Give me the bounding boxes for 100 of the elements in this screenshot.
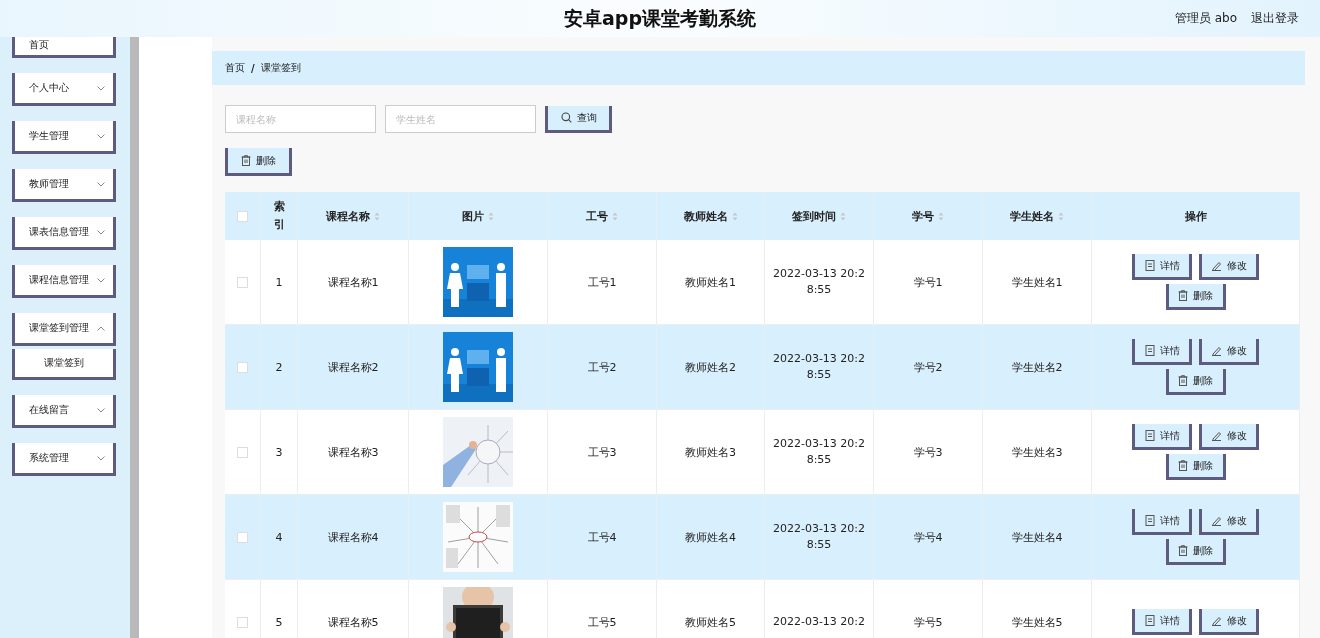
checkbox[interactable] <box>237 617 248 628</box>
table-cell: 3 <box>275 445 283 459</box>
app-title: 安卓app课堂考勤系统 <box>564 6 756 29</box>
table-cell: 教师姓名4 <box>685 530 736 544</box>
details-button[interactable]: 详情 <box>1132 254 1192 280</box>
table-cell-text: 2022-03-13 20:2 <box>771 614 867 630</box>
table-cell: 教师姓名1 <box>685 275 736 289</box>
trash-icon <box>1178 375 1188 386</box>
delete-button[interactable]: 删除 <box>225 148 292 176</box>
edit-button[interactable]: 修改 <box>1199 609 1259 635</box>
checkbox[interactable] <box>237 447 248 458</box>
menu-item[interactable]: 系统管理 <box>12 443 116 476</box>
table-cell: 工号5 <box>587 615 617 629</box>
menu-item[interactable]: 学生管理 <box>12 121 116 154</box>
table-cell: 学生姓名5 <box>1011 615 1063 629</box>
table-cell: 课程名称1 <box>327 275 379 289</box>
trash-icon <box>1178 460 1188 471</box>
column-header[interactable]: 学生姓名 <box>1010 209 1054 223</box>
checkbox[interactable] <box>237 532 248 543</box>
column-header[interactable]: 图片 <box>462 209 484 223</box>
table-cell: 学生姓名2 <box>1011 360 1063 374</box>
details-button[interactable]: 详情 <box>1132 424 1192 450</box>
table-cell-text: 2022-03-13 20:28:55 <box>771 521 867 553</box>
pencil-icon <box>1211 260 1222 271</box>
table-cell: 工号3 <box>587 445 617 459</box>
delete-button[interactable]: 删除 <box>1165 539 1226 565</box>
delete-button[interactable]: 删除 <box>1165 369 1226 395</box>
table-cell: 学号4 <box>913 530 943 544</box>
table-cell-text: 2022-03-13 20:28:55 <box>771 351 867 383</box>
column-header: 索引 <box>273 199 285 233</box>
table-cell: 2 <box>275 360 283 374</box>
menu-item[interactable]: 个人中心 <box>12 73 116 106</box>
column-header[interactable]: 学号 <box>912 209 934 223</box>
table-cell: 工号2 <box>587 360 617 374</box>
menu-item[interactable]: 课表信息管理 <box>12 217 116 250</box>
table-cell: 学号2 <box>913 360 943 374</box>
sort-icon[interactable] <box>612 212 618 221</box>
delete-button[interactable]: 删除 <box>1165 454 1226 480</box>
table-cell: 学号5 <box>913 615 943 629</box>
edit-button[interactable]: 修改 <box>1199 339 1259 365</box>
table-cell: 工号4 <box>587 530 617 544</box>
sort-icon[interactable] <box>731 212 738 221</box>
breadcrumb-item[interactable]: 首页 <box>225 61 245 75</box>
chevron-down-icon <box>97 455 105 461</box>
table-cell: 课程名称2 <box>327 360 379 374</box>
table-cell: 学号3 <box>913 445 943 459</box>
search-icon <box>560 112 572 123</box>
menu-item[interactable]: 课堂签到管理 <box>12 313 116 346</box>
column-header[interactable]: 课程名称 <box>326 209 370 223</box>
pencil-icon <box>1211 430 1222 441</box>
edit-button[interactable]: 修改 <box>1199 254 1259 280</box>
table-cell: 课程名称3 <box>327 445 379 459</box>
search-button[interactable]: 查询 <box>545 105 612 133</box>
edit-button[interactable]: 修改 <box>1199 424 1259 450</box>
chevron-down-icon <box>97 133 105 139</box>
sort-icon[interactable] <box>840 212 846 221</box>
trash-icon <box>1178 290 1188 301</box>
logout-link[interactable]: 退出登录 <box>1251 10 1299 27</box>
chevron-down-icon <box>97 85 105 91</box>
column-header[interactable]: 工号 <box>586 209 608 223</box>
sort-icon[interactable] <box>938 212 944 221</box>
chevron-down-icon <box>97 407 105 413</box>
submenu-item[interactable]: 课堂签到 <box>12 349 116 380</box>
menu-item[interactable]: 课程信息管理 <box>12 265 116 298</box>
sort-icon[interactable] <box>1058 212 1064 221</box>
chevron-down-icon <box>97 229 105 235</box>
details-button[interactable]: 详情 <box>1132 339 1192 365</box>
menu-item[interactable]: 教师管理 <box>12 169 116 202</box>
column-header[interactable]: 教师姓名 <box>683 209 728 223</box>
delete-button[interactable]: 删除 <box>1165 284 1226 310</box>
table-cell: 课程名称5 <box>327 615 379 629</box>
scrollbar[interactable] <box>130 37 139 638</box>
edit-button[interactable]: 修改 <box>1199 509 1259 535</box>
details-button[interactable]: 详情 <box>1132 609 1192 635</box>
table-cell: 学号1 <box>913 275 943 289</box>
pencil-icon <box>1211 515 1222 526</box>
menu-item[interactable]: 在线留言 <box>12 395 116 428</box>
column-header: 操作 <box>1184 209 1207 223</box>
checkbox[interactable] <box>237 277 248 288</box>
table-cell: 教师姓名5 <box>685 615 736 629</box>
pencil-icon <box>1211 345 1222 356</box>
table-cell-text: 2022-03-13 20:28:55 <box>771 436 867 468</box>
sort-icon[interactable] <box>374 212 380 221</box>
checkbox[interactable] <box>237 211 248 222</box>
column-header[interactable]: 签到时间 <box>792 209 836 223</box>
sort-icon[interactable] <box>488 212 494 221</box>
table-cell: 学生姓名3 <box>1011 445 1063 459</box>
document-icon <box>1144 615 1155 626</box>
table-cell: 学生姓名4 <box>1011 530 1063 544</box>
chevron-down-icon <box>97 277 105 283</box>
trash-icon <box>241 155 251 166</box>
trash-icon <box>1178 545 1188 556</box>
checkbox[interactable] <box>237 362 248 373</box>
search-field[interactable]: 学生姓名 <box>385 105 536 133</box>
breadcrumb-item: 课堂签到 <box>260 61 301 75</box>
document-icon <box>1144 260 1155 271</box>
document-icon <box>1144 515 1155 526</box>
menu-item[interactable]: 首页 <box>12 37 116 58</box>
details-button[interactable]: 详情 <box>1132 509 1192 535</box>
search-field[interactable]: 课程名称 <box>225 105 376 133</box>
